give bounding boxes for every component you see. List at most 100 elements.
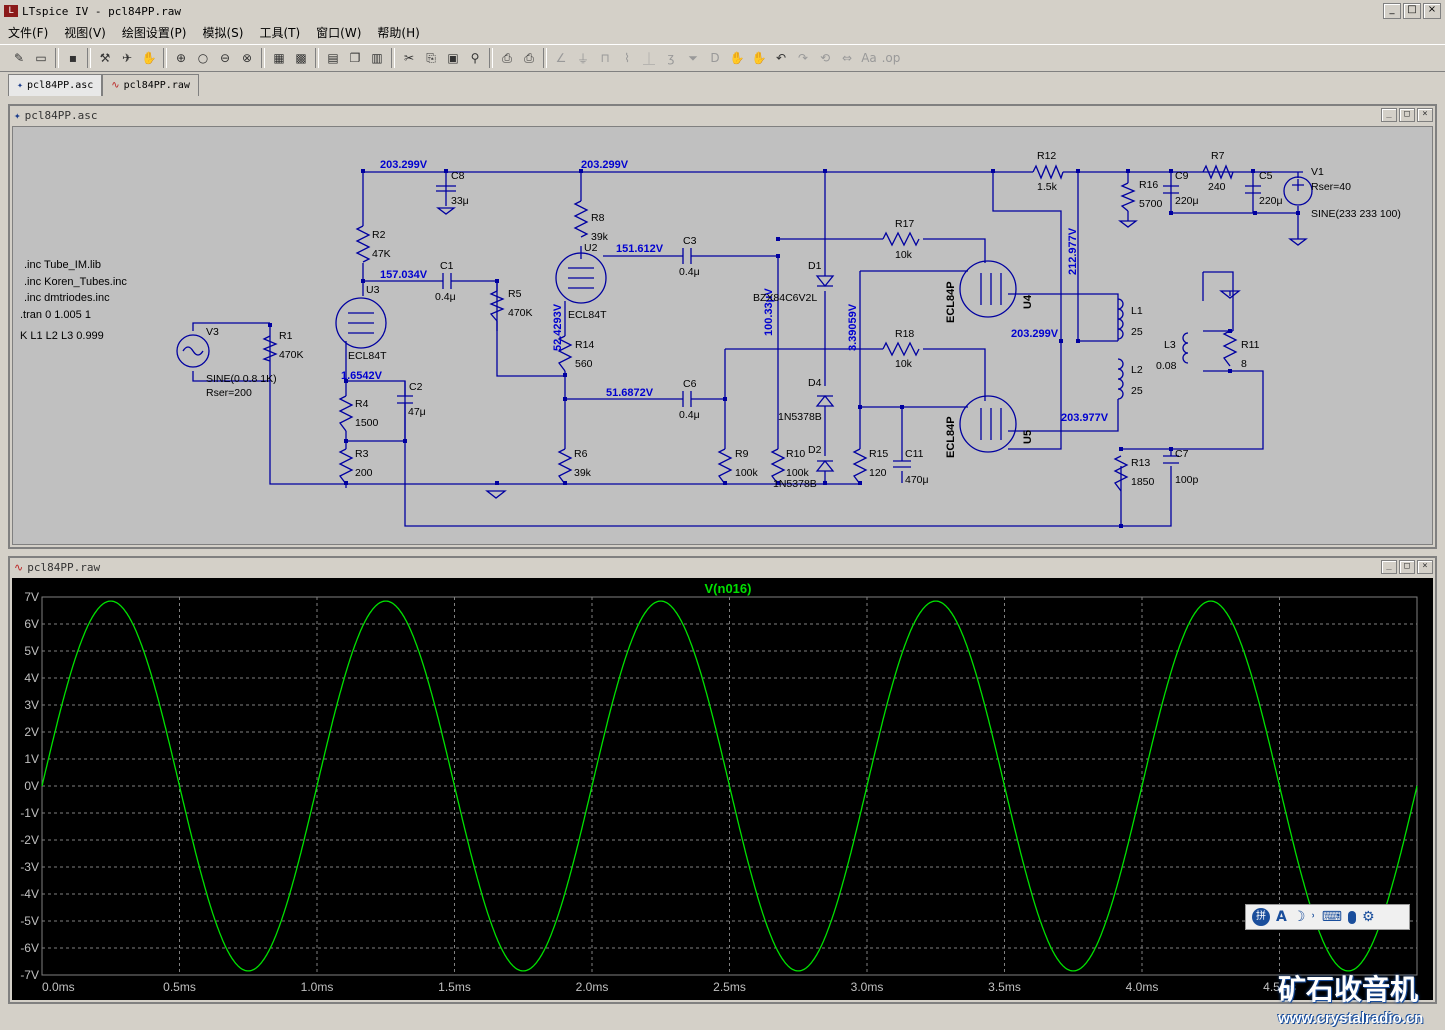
wire-icon[interactable]: ∠ xyxy=(551,48,571,68)
spice-directive[interactable]: .inc Koren_Tubes.inc xyxy=(24,276,127,288)
waveform-maximize-button[interactable]: □ xyxy=(1399,560,1415,574)
zoom-in-icon[interactable]: ⊕ xyxy=(171,48,191,68)
ime-mode-icon[interactable]: A xyxy=(1276,909,1287,925)
tile-vertical-icon[interactable]: ▥ xyxy=(367,48,387,68)
component-value: 1N5378B xyxy=(778,411,822,423)
run-icon[interactable]: ✈ xyxy=(117,48,137,68)
schematic-window: ✦ pcl84PP.asc _ □ × 203.299V 203.299V 15… xyxy=(8,104,1437,549)
schematic-close-button[interactable]: × xyxy=(1417,108,1433,122)
menu-tools[interactable]: 工具(T) xyxy=(251,24,308,41)
redo-icon[interactable]: ↷ xyxy=(793,48,813,68)
mirror-icon[interactable]: ⇔ xyxy=(837,48,857,68)
save-icon[interactable]: ▪ xyxy=(63,48,83,68)
undo-icon[interactable]: ↶ xyxy=(771,48,791,68)
copy-icon[interactable]: ⎘ xyxy=(421,48,441,68)
settings-gear-icon[interactable]: ⚙ xyxy=(1362,909,1375,925)
menu-plot-settings[interactable]: 绘图设置(P) xyxy=(114,24,195,41)
cascade-icon[interactable]: ❐ xyxy=(345,48,365,68)
waveform-close-button[interactable]: × xyxy=(1417,560,1433,574)
component-name: R12 xyxy=(1037,150,1056,162)
resistor-icon[interactable]: ⌇ xyxy=(617,48,637,68)
y-tick-label: 5V xyxy=(24,644,39,658)
drag-icon[interactable]: ✋ xyxy=(749,48,769,68)
open-icon[interactable]: ▭ xyxy=(31,48,51,68)
component-value: 1.5k xyxy=(1037,181,1058,193)
pan-icon[interactable]: ○ xyxy=(193,48,213,68)
waveform-minimize-button[interactable]: _ xyxy=(1381,560,1397,574)
waveform-icon: ∿ xyxy=(14,560,24,574)
trace-label[interactable]: V(n016) xyxy=(705,581,752,596)
ime-punct-icon[interactable]: ˒ xyxy=(1311,909,1315,925)
component-value: 470K xyxy=(508,307,533,319)
autorange-icon[interactable]: ▦ xyxy=(269,48,289,68)
print-setup-icon[interactable]: ⎙ xyxy=(497,48,517,68)
maximize-button[interactable]: □ xyxy=(1403,3,1421,19)
capacitor-icon[interactable]: ⏊ xyxy=(639,48,659,68)
menu-simulate[interactable]: 模拟(S) xyxy=(194,24,251,41)
zoom-fit-icon[interactable]: ⊗ xyxy=(237,48,257,68)
app-icon: L xyxy=(4,5,18,17)
paste-icon[interactable]: ▣ xyxy=(443,48,463,68)
menu-view[interactable]: 视图(V) xyxy=(56,24,114,41)
component-value: 1N5378B xyxy=(773,478,817,490)
new-schematic-icon[interactable]: ✎ xyxy=(9,48,29,68)
ground-icon[interactable]: ⏚ xyxy=(573,48,593,68)
close-button[interactable]: × xyxy=(1423,3,1441,19)
component-value: ECL84P xyxy=(945,416,957,458)
spice-directive[interactable]: K L1 L2 L3 0.999 xyxy=(20,330,104,342)
diode-icon[interactable]: ⏷ xyxy=(683,48,703,68)
toolbar-separator xyxy=(315,48,319,68)
x-tick-label: 1.5ms xyxy=(438,980,471,994)
schematic-canvas[interactable]: 203.299V 203.299V 157.034V 151.612V 52.4… xyxy=(12,126,1433,545)
move-icon[interactable]: ✋ xyxy=(727,48,747,68)
tab-label: pcl84PP.asc xyxy=(27,80,94,91)
cut-icon[interactable]: ✂ xyxy=(399,48,419,68)
minimize-button[interactable]: _ xyxy=(1383,3,1401,19)
component-value: 470K xyxy=(279,349,304,361)
x-tick-label: 0.0ms xyxy=(42,980,75,994)
component-name: R2 xyxy=(372,229,386,241)
menu-window[interactable]: 窗口(W) xyxy=(308,24,369,41)
spice-directive[interactable]: .tran 0 1.005 1 xyxy=(20,309,91,321)
label-net-icon[interactable]: ⊓ xyxy=(595,48,615,68)
waveform-plot-area[interactable]: V(n016) 7V 6V 5V 4V 3V 2V 1V 0V -1V -2V -3V -4V -5V -… xyxy=(12,578,1433,1000)
menu-help[interactable]: 帮助(H) xyxy=(369,24,427,41)
y-tick-label: -2V xyxy=(20,833,39,847)
zoom-out-icon[interactable]: ⊖ xyxy=(215,48,235,68)
schematic-icon: ✦ xyxy=(17,80,24,91)
schematic-maximize-button[interactable]: □ xyxy=(1399,108,1415,122)
waveform-window: ∿ pcl84PP.raw _ □ × V(n016) 7V 6V 5V 4V 3V 2V… xyxy=(8,556,1437,1004)
grid-icon[interactable]: ▩ xyxy=(291,48,311,68)
microphone-icon[interactable] xyxy=(1347,910,1356,924)
component-value: 47K xyxy=(372,248,391,260)
inductor-icon[interactable]: ʒ xyxy=(661,48,681,68)
tile-horizontal-icon[interactable]: ▤ xyxy=(323,48,343,68)
find-icon[interactable]: ⚲ xyxy=(465,48,485,68)
component-icon[interactable]: D xyxy=(705,48,725,68)
control-panel-icon[interactable]: ⚒ xyxy=(95,48,115,68)
y-tick-label: 4V xyxy=(24,671,39,685)
node-voltage: 203.299V xyxy=(581,159,629,171)
tab-schematic[interactable]: ✦ pcl84PP.asc xyxy=(8,74,103,96)
component-name: R1 xyxy=(279,330,293,342)
halt-icon[interactable]: ✋ xyxy=(139,48,159,68)
text-icon[interactable]: Aa xyxy=(859,48,879,68)
rotate-icon[interactable]: ⟲ xyxy=(815,48,835,68)
schematic-minimize-button[interactable]: _ xyxy=(1381,108,1397,122)
ime-toolbar[interactable]: 拼 A ☽ ˒ ⌨ ⚙ xyxy=(1245,904,1410,930)
spice-directive[interactable]: .inc dmtriodes.inc xyxy=(24,292,110,304)
component-name: R18 xyxy=(895,328,914,340)
component-name: V3 xyxy=(206,326,219,338)
tab-waveform[interactable]: ∿ pcl84PP.raw xyxy=(102,74,199,96)
component-name: C3 xyxy=(683,235,697,247)
component-name: U4 xyxy=(1022,294,1034,309)
print-icon[interactable]: ⎙ xyxy=(519,48,539,68)
y-tick-label: 1V xyxy=(24,752,39,766)
spice-directive[interactable]: .inc Tube_IM.lib xyxy=(24,259,101,271)
component-value: 8 xyxy=(1241,358,1247,370)
keyboard-icon[interactable]: ⌨ xyxy=(1322,909,1342,925)
spice-directive-icon[interactable]: .op xyxy=(881,48,901,68)
ime-logo-icon[interactable]: 拼 xyxy=(1252,908,1270,926)
ime-moon-icon[interactable]: ☽ xyxy=(1293,909,1306,925)
menu-file[interactable]: 文件(F) xyxy=(0,24,56,41)
